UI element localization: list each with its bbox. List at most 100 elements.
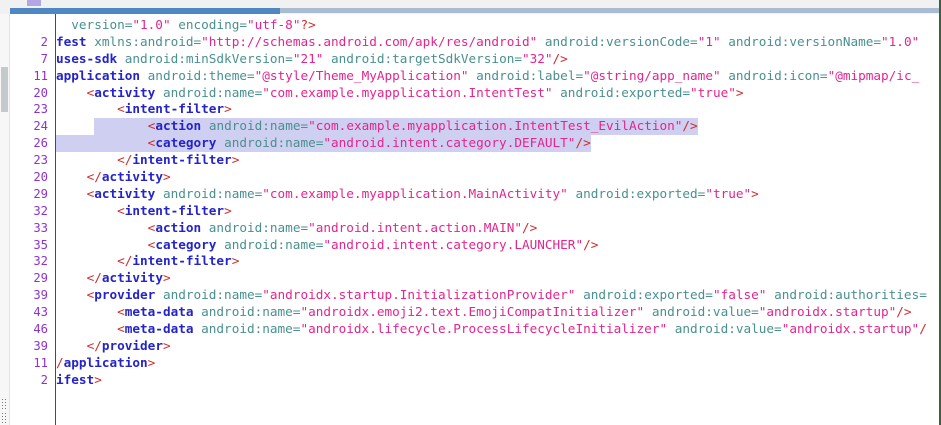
code-line[interactable]: version="1.0" encoding="utf-8"?> bbox=[56, 17, 939, 34]
line-number[interactable]: 11 bbox=[10, 68, 55, 85]
code-token: /> bbox=[896, 304, 911, 319]
code-line[interactable]: uses-sdk android:minSdkVersion="21" andr… bbox=[56, 51, 939, 68]
code-line[interactable]: <meta-data android:name="androidx.emoji2… bbox=[56, 304, 939, 321]
code-line[interactable]: <provider android:name="androidx.startup… bbox=[56, 287, 939, 304]
code-token: uses-sdk bbox=[56, 51, 117, 66]
line-number[interactable]: 43 bbox=[10, 304, 55, 321]
rail-status-icon bbox=[2, 399, 3, 400]
code-token bbox=[155, 85, 163, 100]
line-number[interactable]: 33 bbox=[10, 220, 55, 237]
code-line[interactable]: <intent-filter> bbox=[56, 101, 939, 118]
line-number[interactable]: 32 bbox=[10, 253, 55, 270]
code-line[interactable]: fest xmlns:android="http://schemas.andro… bbox=[56, 34, 939, 51]
code-token: android:versionCode= bbox=[545, 34, 698, 49]
code-token: android:versionName= bbox=[728, 34, 881, 49]
line-number[interactable]: 29 bbox=[10, 186, 55, 203]
top-strip bbox=[0, 0, 939, 14]
code-line[interactable]: </activity> bbox=[56, 169, 939, 186]
code-token: ?> bbox=[300, 17, 315, 32]
line-number[interactable]: 39 bbox=[10, 338, 55, 355]
selection-highlight: <action android:name="com.example.myappl… bbox=[94, 118, 698, 135]
rail-status-icon bbox=[2, 413, 3, 414]
code-token bbox=[140, 68, 148, 83]
line-number[interactable]: 23 bbox=[10, 101, 55, 118]
code-line[interactable]: <activity android:name="com.example.myap… bbox=[56, 85, 939, 102]
code-token bbox=[56, 101, 117, 116]
code-line[interactable]: <meta-data android:name="androidx.lifecy… bbox=[56, 321, 939, 338]
code-token: </ bbox=[117, 152, 132, 167]
line-number[interactable]: 7 bbox=[10, 51, 55, 68]
code-token bbox=[56, 220, 148, 235]
code-token: android:name= bbox=[209, 118, 308, 133]
code-token: "@style/Theme_MyApplication" bbox=[255, 68, 469, 83]
code-token: > bbox=[751, 186, 759, 201]
code-token: android:exported= bbox=[560, 85, 690, 100]
line-number[interactable]: 29 bbox=[10, 270, 55, 287]
left-rail[interactable] bbox=[0, 14, 10, 425]
code-token: android:value= bbox=[652, 304, 759, 319]
code-area[interactable]: version="1.0" encoding="utf-8"?>fest xml… bbox=[56, 14, 939, 425]
code-token: android:name= bbox=[224, 135, 323, 150]
code-token: "android.intent.category.LAUNCHER" bbox=[323, 237, 583, 252]
code-token: xmlns:android= bbox=[94, 34, 201, 49]
code-token: "1.0" bbox=[132, 17, 170, 32]
code-token bbox=[644, 304, 652, 319]
code-token bbox=[94, 118, 147, 133]
code-token: > bbox=[148, 355, 156, 370]
code-line[interactable]: <action android:name="android.intent.act… bbox=[56, 220, 939, 237]
code-line[interactable]: application android:theme="@style/Theme_… bbox=[56, 68, 939, 85]
code-token: android:name= bbox=[201, 304, 300, 319]
code-line[interactable]: </provider> bbox=[56, 338, 939, 355]
line-number[interactable]: 46 bbox=[10, 321, 55, 338]
code-token: android:name= bbox=[163, 186, 262, 201]
line-number[interactable]: 20 bbox=[10, 85, 55, 102]
line-number[interactable]: 32 bbox=[10, 203, 55, 220]
code-token: /> bbox=[682, 118, 697, 133]
line-number[interactable]: 2 bbox=[10, 34, 55, 51]
code-token bbox=[56, 17, 71, 32]
code-line[interactable]: </intent-filter> bbox=[56, 253, 939, 270]
code-token: / bbox=[56, 355, 64, 370]
code-token: application bbox=[64, 355, 148, 370]
line-number[interactable] bbox=[10, 17, 55, 34]
code-line[interactable]: <category android:name="android.intent.c… bbox=[56, 237, 939, 254]
code-token: "false" bbox=[713, 287, 766, 302]
left-rail-thumb[interactable] bbox=[1, 67, 8, 112]
line-number[interactable]: 2 bbox=[10, 372, 55, 389]
line-number[interactable]: 23 bbox=[10, 152, 55, 169]
code-token bbox=[469, 68, 477, 83]
code-token: > bbox=[163, 338, 171, 353]
line-number[interactable]: 35 bbox=[10, 237, 55, 254]
code-token bbox=[56, 152, 117, 167]
code-line[interactable]: </activity> bbox=[56, 270, 939, 287]
code-line[interactable]: ifest> bbox=[56, 372, 939, 389]
line-number[interactable]: 20 bbox=[10, 169, 55, 186]
code-token: < bbox=[117, 203, 125, 218]
line-number[interactable]: 11 bbox=[10, 355, 55, 372]
code-line[interactable]: <action android:name="com.example.myappl… bbox=[56, 118, 939, 135]
code-token bbox=[155, 186, 163, 201]
code-token bbox=[56, 118, 94, 133]
code-token: category bbox=[155, 237, 216, 252]
code-token bbox=[56, 237, 148, 252]
code-token bbox=[667, 321, 675, 336]
line-number[interactable]: 24 bbox=[10, 118, 55, 135]
code-line[interactable]: <intent-filter> bbox=[56, 203, 939, 220]
code-line[interactable]: </intent-filter> bbox=[56, 152, 939, 169]
code-line[interactable]: <category android:name="android.intent.c… bbox=[56, 135, 939, 152]
code-line[interactable]: <activity android:name="com.example.myap… bbox=[56, 186, 939, 203]
code-token: < bbox=[117, 304, 125, 319]
code-token: encoding= bbox=[178, 17, 247, 32]
code-token: "androidx.emoji2.text.EmojiCompatInitial… bbox=[300, 304, 644, 319]
line-number[interactable]: 26 bbox=[10, 135, 55, 152]
code-line[interactable]: /application> bbox=[56, 355, 939, 372]
code-token: intent-filter bbox=[132, 152, 231, 167]
code-token: android:name= bbox=[209, 220, 308, 235]
code-token: "androidx.startup" bbox=[759, 304, 897, 319]
code-token: android:targetSdkVersion= bbox=[331, 51, 522, 66]
line-number[interactable]: 39 bbox=[10, 287, 55, 304]
code-token bbox=[56, 253, 117, 268]
code-token: "32" bbox=[522, 51, 553, 66]
code-token: </ bbox=[117, 253, 132, 268]
code-token bbox=[323, 51, 331, 66]
